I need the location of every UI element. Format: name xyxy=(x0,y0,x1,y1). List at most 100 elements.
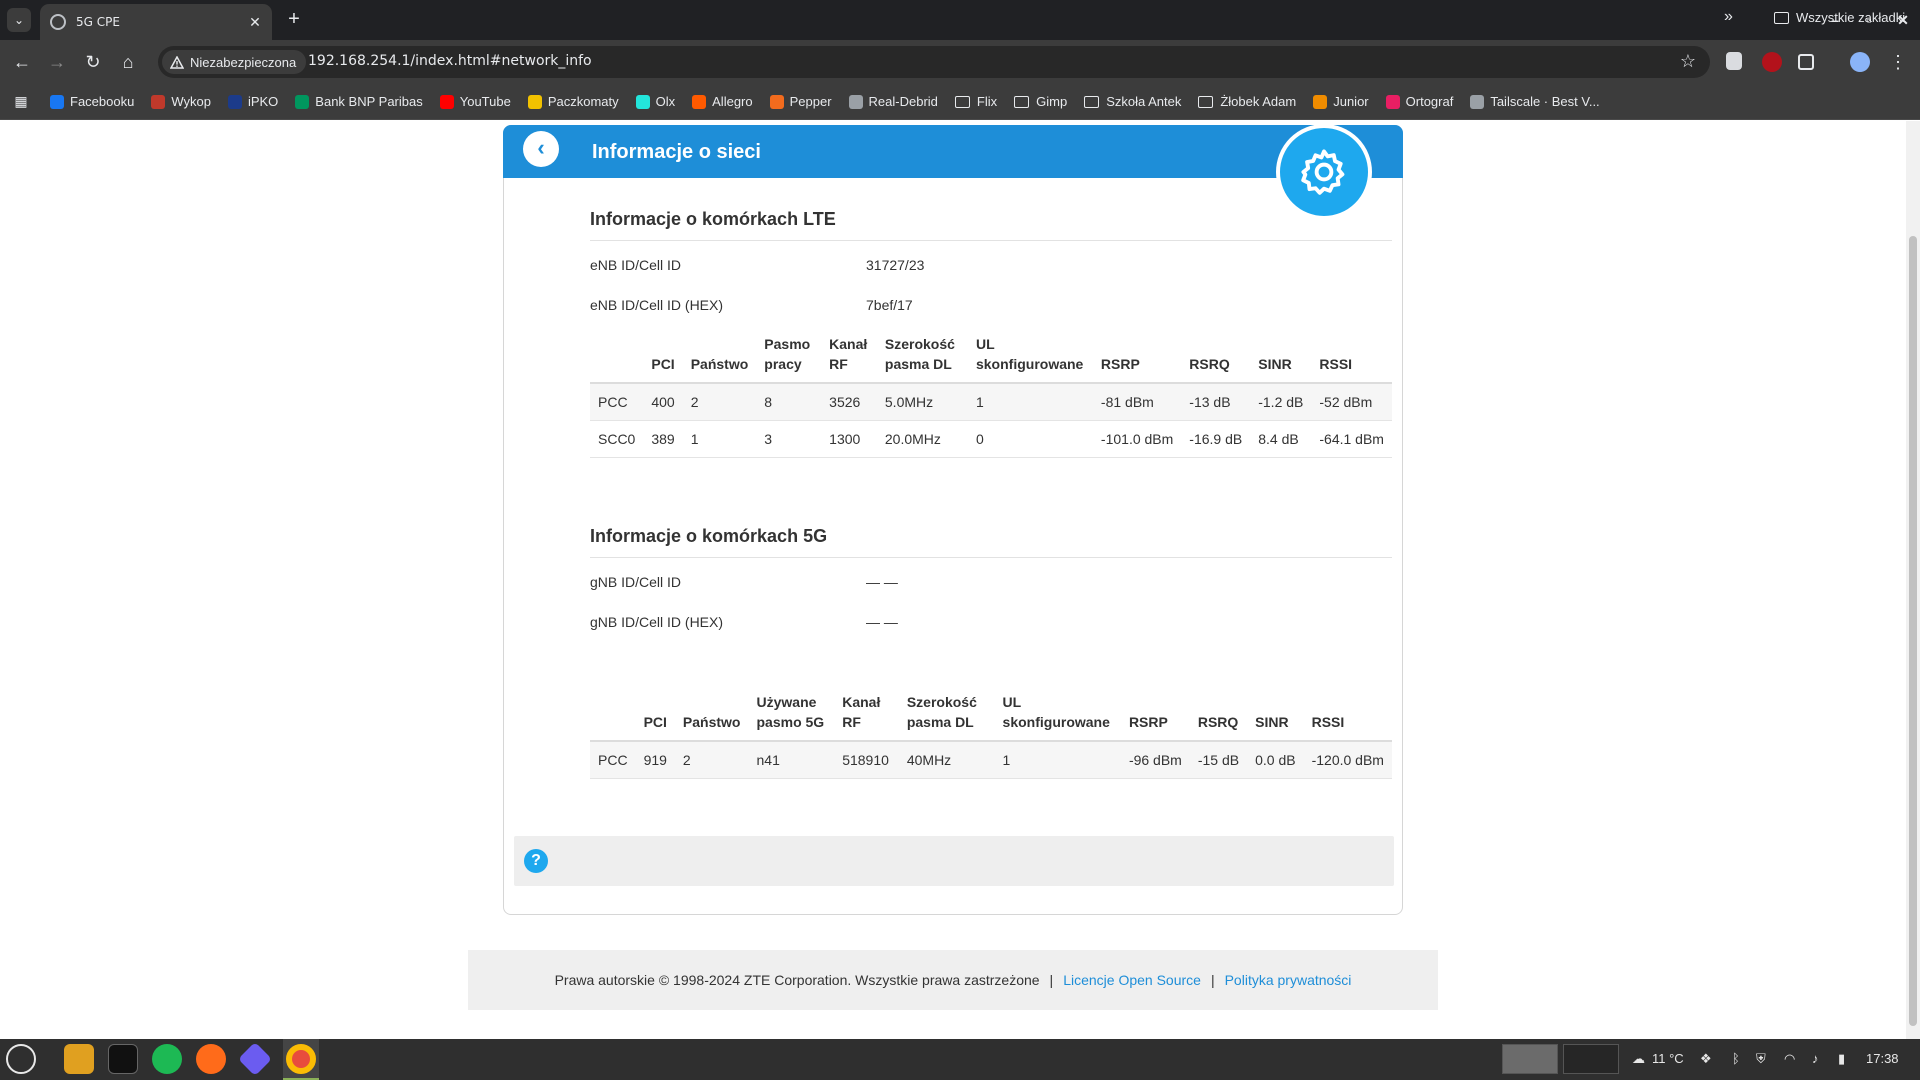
bookmark-item[interactable]: Facebooku xyxy=(50,94,134,109)
new-tab-button[interactable]: + xyxy=(282,8,306,32)
column-header: Szerokość pasma DL xyxy=(876,334,968,384)
url-text[interactable]: 192.168.254.1/index.html#network_info xyxy=(308,53,592,69)
pko-icon xyxy=(227,94,242,109)
bookmark-label: Olx xyxy=(655,94,676,109)
bookmark-label: YouTube xyxy=(459,94,511,109)
bitwarden-extension-icon[interactable] xyxy=(1726,52,1742,70)
bookmark-item[interactable]: Wykop xyxy=(151,94,211,109)
olx-icon xyxy=(635,94,650,109)
warning-triangle-icon xyxy=(170,55,184,69)
folder-icon xyxy=(1014,95,1030,108)
youtube-icon xyxy=(439,94,454,109)
weather-icon[interactable]: ☁ xyxy=(1632,1051,1645,1067)
browser-tab[interactable]: 5G CPE ✕ xyxy=(40,4,272,40)
page-scrollbar[interactable] xyxy=(1906,121,1920,1039)
tab-search-chevron-icon[interactable]: ⌄ xyxy=(7,8,31,32)
bookmark-label: Allegro xyxy=(712,94,753,109)
open-source-license-link[interactable]: Licencje Open Source xyxy=(1063,972,1201,988)
table-row: PCC 400 2 8 3526 5.0MHz 1 -81 dBm -13 dB -1.2 dB -… xyxy=(590,383,1392,421)
page-viewport: ‹ Informacje o sieci Informacje o komórk… xyxy=(0,121,1906,1039)
realdebrid-icon xyxy=(848,94,863,109)
security-label: Niezabezpieczona xyxy=(190,54,297,70)
bookmark-item[interactable]: Szkoła Antek xyxy=(1084,94,1181,109)
lte-cells-table: PCI Państwo Pasmo pracy Kanał RF Szerokość p… xyxy=(590,334,1392,458)
security-chip[interactable]: Niezabezpieczona xyxy=(162,50,307,74)
table-cell: -15 dB xyxy=(1189,741,1248,779)
table-row: SCC0 389 1 3 1300 20.0MHz 0 -101.0 dBm -16.9 dB 8… xyxy=(590,420,1392,458)
tab-favicon-icon xyxy=(50,14,66,30)
enb-cell-id-value: 31727/23 xyxy=(866,257,925,273)
mint-menu-icon[interactable] xyxy=(6,1044,36,1074)
bookmark-item[interactable]: Real-Debrid xyxy=(848,94,938,109)
more-bookmarks-icon[interactable]: » xyxy=(1724,8,1733,26)
bookmark-label: Facebooku xyxy=(70,94,135,109)
bookmark-item[interactable]: Ortograf xyxy=(1385,94,1453,109)
dropbox-icon[interactable]: ❖ xyxy=(1700,1051,1712,1067)
bookmark-label: Tailscale · Best V... xyxy=(1490,94,1600,109)
table-cell: 5.0MHz xyxy=(876,383,968,421)
wykop-icon xyxy=(151,94,166,109)
shield-icon[interactable]: ⛨ xyxy=(1756,1051,1766,1067)
bookmark-star-icon[interactable]: ☆ xyxy=(1680,51,1696,72)
bookmark-item[interactable]: Bank BNP Paribas xyxy=(295,94,423,109)
terminal-icon[interactable] xyxy=(108,1044,138,1074)
firefox-icon[interactable] xyxy=(196,1044,226,1074)
home-icon[interactable]: ⌂ xyxy=(116,50,140,74)
chrome-icon[interactable] xyxy=(286,1044,316,1074)
table-cell: SCC0 xyxy=(590,420,644,458)
help-icon[interactable]: ? xyxy=(524,849,548,873)
spotify-icon[interactable] xyxy=(152,1044,182,1074)
bookmark-label: iPKO xyxy=(247,94,279,109)
reload-icon[interactable]: ↻ xyxy=(81,50,105,74)
extensions-puzzle-icon[interactable] xyxy=(1798,54,1814,70)
bookmark-item[interactable]: Żłobek Adam xyxy=(1198,94,1296,109)
bookmark-item[interactable]: YouTube xyxy=(439,94,511,109)
wifi-icon[interactable]: ◠ xyxy=(1784,1051,1795,1067)
bookmark-item[interactable]: Tailscale · Best V... xyxy=(1470,94,1600,109)
all-bookmarks-button[interactable]: Wszystkie zakładki xyxy=(1774,10,1905,25)
forward-arrow-icon[interactable]: → xyxy=(45,50,69,74)
file-manager-icon[interactable] xyxy=(64,1044,94,1074)
profile-avatar[interactable] xyxy=(1850,52,1870,72)
privacy-policy-link[interactable]: Polityka prywatności xyxy=(1225,972,1352,988)
tab-close-icon[interactable]: ✕ xyxy=(246,14,264,31)
browser-menu-icon[interactable]: ⋮ xyxy=(1886,50,1910,74)
bookmarks-bar: ▦ Facebooku Wykop iPKO Bank BNP Paribas YouT… xyxy=(0,84,1920,120)
bookmark-item[interactable]: Paczkomaty xyxy=(527,94,619,109)
bluetooth-icon[interactable]: ᛒ xyxy=(1732,1051,1740,1066)
back-arrow-icon[interactable]: ← xyxy=(10,50,34,74)
apps-grid-icon[interactable]: ▦ xyxy=(10,93,32,110)
back-button[interactable]: ‹ xyxy=(523,131,559,167)
bookmark-item[interactable]: Flix xyxy=(954,94,997,109)
enb-cell-id-label: eNB ID/Cell ID xyxy=(590,257,682,273)
column-header: SINR xyxy=(1250,334,1312,384)
workspace-1[interactable] xyxy=(1502,1044,1558,1074)
workspace-2[interactable] xyxy=(1563,1044,1619,1074)
clock[interactable]: 17:38 xyxy=(1866,1051,1899,1066)
battery-icon[interactable]: ▮ xyxy=(1838,1051,1845,1067)
bookmark-item[interactable]: Olx xyxy=(635,94,676,109)
column-header: RSSI xyxy=(1303,692,1392,742)
bookmark-item[interactable]: iPKO xyxy=(227,94,279,109)
bookmark-item[interactable]: Allegro xyxy=(692,94,753,109)
scrollbar-thumb[interactable] xyxy=(1909,236,1917,1026)
ublock-extension-icon[interactable] xyxy=(1762,52,1782,72)
volume-icon[interactable]: ♪ xyxy=(1812,1051,1819,1066)
address-bar[interactable]: Niezabezpieczona 192.168.254.1/index.htm… xyxy=(158,46,1710,78)
gnb-cell-id-hex-value: — — xyxy=(866,614,898,630)
column-header xyxy=(590,692,636,742)
bookmark-item[interactable]: Pepper xyxy=(769,94,832,109)
linear-app-icon[interactable] xyxy=(238,1042,272,1076)
column-header: PCI xyxy=(635,692,675,742)
bookmark-item[interactable]: Junior xyxy=(1313,94,1369,109)
column-header: Kanał RF xyxy=(821,334,877,384)
gnb-cell-id-label: gNB ID/Cell ID xyxy=(590,574,682,590)
bookmark-label: Szkoła Antek xyxy=(1106,94,1182,109)
desktop-taskbar: ☁ 11 °C ❖ ᛒ ⛨ ◠ ♪ ▮ 17:38 xyxy=(0,1039,1920,1080)
weather-temp[interactable]: 11 °C xyxy=(1652,1051,1684,1066)
column-header: Państwo xyxy=(682,334,757,384)
bookmark-item[interactable]: Gimp xyxy=(1014,94,1067,109)
pepper-icon xyxy=(769,94,784,109)
table-row: PCC 919 2 n41 518910 40MHz 1 -96 dBm -15 dB 0.0 d… xyxy=(590,741,1392,779)
lte-section-title: Informacje o komórkach LTE xyxy=(590,209,836,229)
